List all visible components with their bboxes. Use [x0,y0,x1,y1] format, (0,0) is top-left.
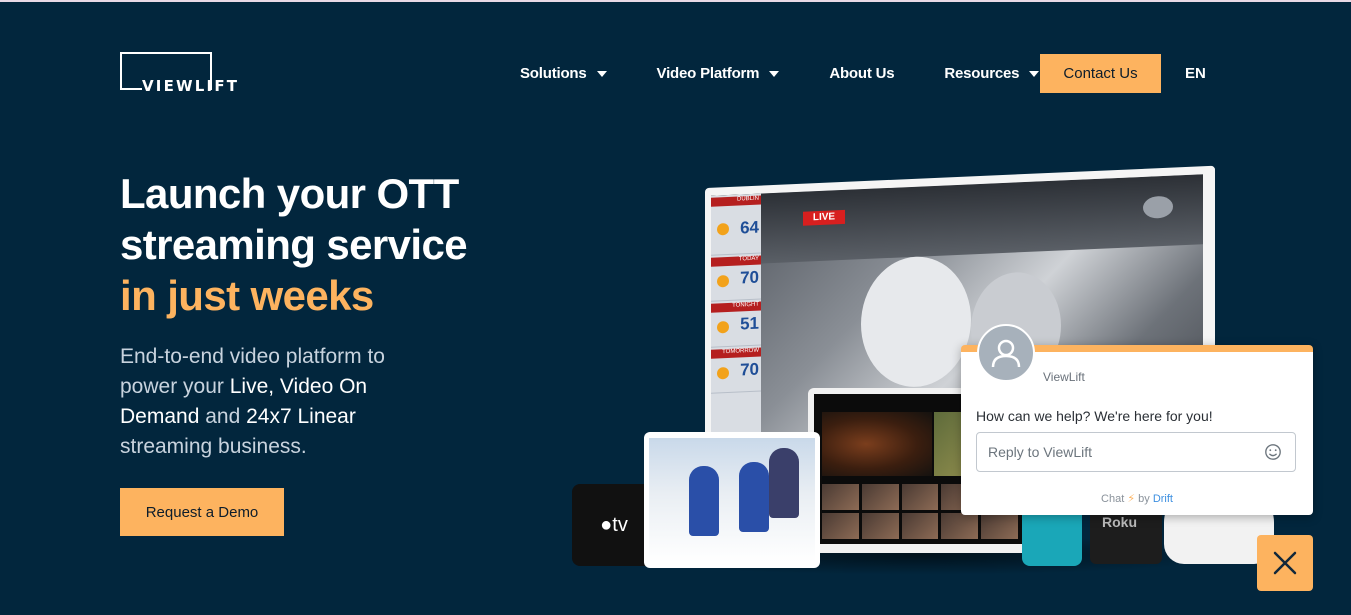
drift-link[interactable]: Drift [1153,493,1173,505]
thumbnail [901,484,939,510]
hockey-player [769,448,799,518]
chevron-down-icon [769,70,780,77]
hero-title-line2: streaming service [120,221,468,268]
chevron-down-icon [1029,70,1040,77]
weather-temp: 70 [740,267,759,288]
weather-label: TOMORROW [711,347,761,359]
hero-title-accent: in just weeks [120,272,374,319]
nav-item-solutions[interactable]: Solutions [520,65,607,82]
sun-icon [717,366,729,380]
weather-row: TODAY 70 [711,253,761,302]
subtitle-text: and [199,405,247,428]
top-border [0,0,1351,2]
thumbnail [901,513,939,539]
weather-row: DUBLIN 64 [711,193,761,256]
chat-reply-input[interactable] [976,432,1296,472]
roku-text: Roku [1102,514,1137,530]
thumbnail [981,513,1018,539]
nav-item-label: Video Platform [656,64,760,82]
bear-image [822,412,932,476]
hero-title: Launch your OTT streaming service in jus… [120,168,468,321]
weather-label: TODAY [711,255,761,267]
spacecraft-ceiling [711,174,1203,266]
phone-device [1022,506,1082,566]
nav-item-about-us[interactable]: About Us [829,65,894,82]
chevron-down-icon [596,70,607,77]
request-demo-button[interactable]: Request a Demo [120,488,284,536]
nav-item-label: About Us [829,64,895,82]
weather-temp: 70 [740,359,759,380]
hero-title-line1: Launch your OTT [120,170,459,217]
user-icon [991,339,1021,368]
sun-icon [717,274,729,288]
chat-close-button[interactable] [1257,535,1313,591]
apple-tv-text: tv [612,513,628,536]
nav-item-label: Resources [944,64,1020,82]
viewlift-logo[interactable]: VIEWLIFT [120,52,256,95]
astronaut-image [861,254,971,390]
hockey-player [689,466,719,536]
chat-agent-name: ViewLift [1043,370,1085,384]
sun-icon [717,222,729,236]
sun-icon [717,320,729,334]
thumbnail [941,513,979,539]
weather-label: TONIGHT [711,301,761,313]
live-badge: LIVE [803,209,845,226]
main-nav: Solutions Video Platform About Us Resour… [490,54,1040,92]
hockey-player [739,462,769,532]
close-icon [1273,551,1297,575]
weather-label: DUBLIN [711,195,761,207]
logo-frame-bottom [120,88,142,90]
subtitle-highlight-linear: 24x7 Linear [246,405,356,428]
chat-avatar [977,324,1035,382]
weather-temp: 64 [740,217,759,238]
tablet-device [644,432,820,568]
weather-temp: 51 [740,313,759,334]
thumbnail [861,513,899,539]
subtitle-text: streaming business. [120,435,307,458]
weather-row: TONIGHT 51 [711,299,761,348]
hockey-image [649,438,815,562]
apple-icon: ● [600,513,613,536]
nav-item-label: Solutions [520,64,587,82]
logo-text: VIEWLIFT [142,77,240,95]
thumbnail [861,484,899,510]
emoji-icon[interactable] [1264,443,1282,461]
powered-by-text: by [1138,493,1150,505]
weather-row: TOMORROW 70 [711,345,761,394]
nav-item-resources[interactable]: Resources [944,64,1040,82]
powered-prefix: Chat [1101,493,1125,505]
powered-by-drift[interactable]: Chat ⚡ by Drift [961,492,1313,505]
thumbnail [822,484,859,510]
contact-us-button[interactable]: Contact Us [1040,54,1161,93]
thumbnail [822,513,859,539]
chat-message: How can we help? We're here for you! [976,408,1213,424]
nav-item-video-platform[interactable]: Video Platform [657,65,780,82]
hero-subtitle: End-to-end video platform to power your … [120,342,440,462]
lightning-icon: ⚡ [1127,493,1136,505]
language-selector[interactable]: EN [1185,65,1206,82]
